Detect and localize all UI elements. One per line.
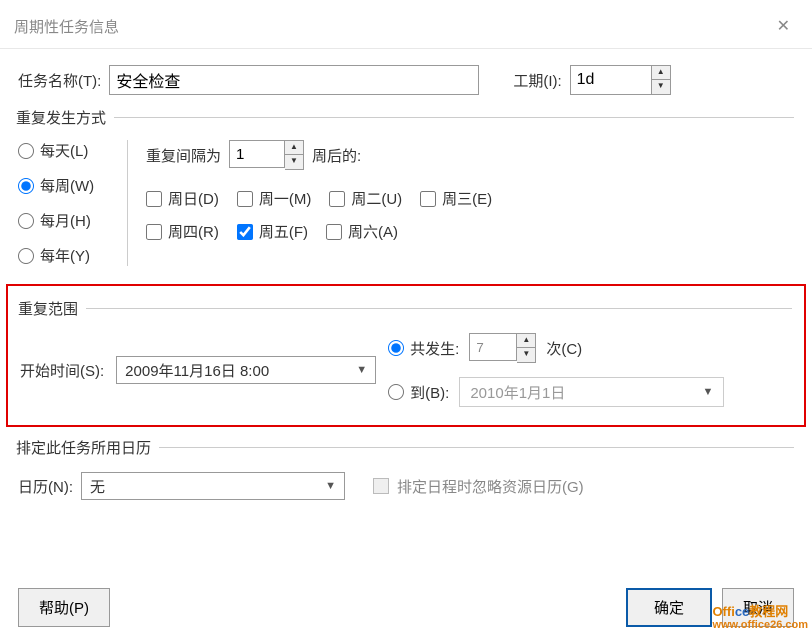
chevron-down-icon: ▼: [325, 480, 336, 492]
interval-input[interactable]: [229, 140, 285, 168]
duration-input[interactable]: [570, 65, 652, 95]
start-time-select[interactable]: 2009年11月16日 8:00 ▼: [116, 356, 376, 384]
recurrence-range-legend: 重复范围: [18, 298, 86, 319]
interval-spinner-down[interactable]: ▼: [285, 155, 303, 169]
check-wednesday-input[interactable]: [420, 191, 436, 207]
check-monday-input[interactable]: [237, 191, 253, 207]
calendar-label: 日历(N):: [18, 476, 73, 497]
interval-suffix: 周后的:: [312, 145, 361, 166]
dialog-title: 周期性任务信息: [14, 16, 119, 37]
cancel-button[interactable]: 取消: [722, 588, 794, 627]
check-monday[interactable]: 周一(M): [237, 188, 312, 209]
radio-end-by[interactable]: 到(B):: [388, 382, 449, 403]
radio-end-after[interactable]: 共发生:: [388, 338, 459, 359]
check-tuesday-label: 周二(U): [351, 188, 402, 209]
occurrence-spinner-up[interactable]: ▲: [517, 334, 535, 348]
chevron-down-icon: ▼: [356, 364, 367, 376]
occurrence-spinner-down[interactable]: ▼: [517, 348, 535, 362]
check-wednesday-label: 周三(E): [442, 188, 492, 209]
radio-yearly[interactable]: 每年(Y): [18, 245, 117, 266]
check-sunday-label: 周日(D): [168, 188, 219, 209]
check-tuesday-input[interactable]: [329, 191, 345, 207]
end-date-select[interactable]: 2010年1月1日 ▼: [459, 377, 724, 407]
duration-spinner-down[interactable]: ▼: [652, 80, 670, 94]
radio-end-after-label: 共发生:: [410, 338, 459, 359]
duration-label: 工期(I):: [513, 70, 561, 91]
ignore-resource-calendar-checkbox: [373, 478, 389, 494]
check-saturday-label: 周六(A): [348, 221, 398, 242]
titlebar: 周期性任务信息 ✕: [0, 0, 812, 49]
ignore-resource-calendar-label: 排定日程时忽略资源日历(G): [397, 476, 584, 497]
calendar-group: 排定此任务所用日历 日历(N): 无 ▼ 排定日程时忽略资源日历(G): [18, 437, 794, 512]
check-sunday-input[interactable]: [146, 191, 162, 207]
radio-monthly-input[interactable]: [18, 213, 34, 229]
radio-weekly[interactable]: 每周(W): [18, 175, 117, 196]
check-tuesday[interactable]: 周二(U): [329, 188, 402, 209]
calendar-select[interactable]: 无 ▼: [81, 472, 345, 500]
radio-end-by-input[interactable]: [388, 384, 404, 400]
radio-daily-label: 每天(L): [40, 140, 88, 161]
radio-weekly-input[interactable]: [18, 178, 34, 194]
occurrence-suffix: 次(C): [546, 338, 582, 359]
radio-end-after-input[interactable]: [388, 340, 404, 356]
interval-spinner-up[interactable]: ▲: [285, 141, 303, 155]
radio-daily-input[interactable]: [18, 143, 34, 159]
radio-yearly-input[interactable]: [18, 248, 34, 264]
radio-yearly-label: 每年(Y): [40, 245, 90, 266]
occurrence-count-input[interactable]: [469, 333, 517, 361]
ok-button[interactable]: 确定: [626, 588, 712, 627]
close-icon[interactable]: ✕: [769, 12, 798, 40]
task-name-label: 任务名称(T):: [18, 70, 101, 91]
highlight-box: 重复范围 开始时间(S): 2009年11月16日 8:00 ▼ 共发生:: [6, 284, 806, 427]
end-date-value: 2010年1月1日: [470, 382, 565, 403]
check-monday-label: 周一(M): [259, 188, 312, 209]
radio-monthly[interactable]: 每月(H): [18, 210, 117, 231]
check-thursday-input[interactable]: [146, 224, 162, 240]
start-time-label: 开始时间(S):: [20, 360, 104, 381]
interval-label: 重复间隔为: [146, 145, 221, 166]
recurrence-range-group: 重复范围 开始时间(S): 2009年11月16日 8:00 ▼ 共发生:: [20, 298, 792, 407]
check-friday-input[interactable]: [237, 224, 253, 240]
start-time-value: 2009年11月16日 8:00: [125, 360, 269, 381]
radio-monthly-label: 每月(H): [40, 210, 91, 231]
calendar-legend: 排定此任务所用日历: [16, 437, 159, 458]
check-friday-label: 周五(F): [259, 221, 308, 242]
check-wednesday[interactable]: 周三(E): [420, 188, 492, 209]
recurrence-pattern-legend: 重复发生方式: [16, 107, 114, 128]
check-thursday[interactable]: 周四(R): [146, 221, 219, 242]
check-saturday-input[interactable]: [326, 224, 342, 240]
radio-weekly-label: 每周(W): [40, 175, 94, 196]
radio-end-by-label: 到(B):: [410, 382, 449, 403]
radio-daily[interactable]: 每天(L): [18, 140, 117, 161]
duration-spinner-up[interactable]: ▲: [652, 66, 670, 80]
check-saturday[interactable]: 周六(A): [326, 221, 398, 242]
check-sunday[interactable]: 周日(D): [146, 188, 219, 209]
check-friday[interactable]: 周五(F): [237, 221, 308, 242]
calendar-value: 无: [90, 476, 105, 497]
task-name-input[interactable]: [109, 65, 479, 95]
help-button[interactable]: 帮助(P): [18, 588, 110, 627]
chevron-down-icon: ▼: [702, 386, 713, 398]
check-thursday-label: 周四(R): [168, 221, 219, 242]
recurrence-pattern-group: 重复发生方式 每天(L) 每周(W) 每月(H) 每年(Y): [18, 107, 794, 266]
